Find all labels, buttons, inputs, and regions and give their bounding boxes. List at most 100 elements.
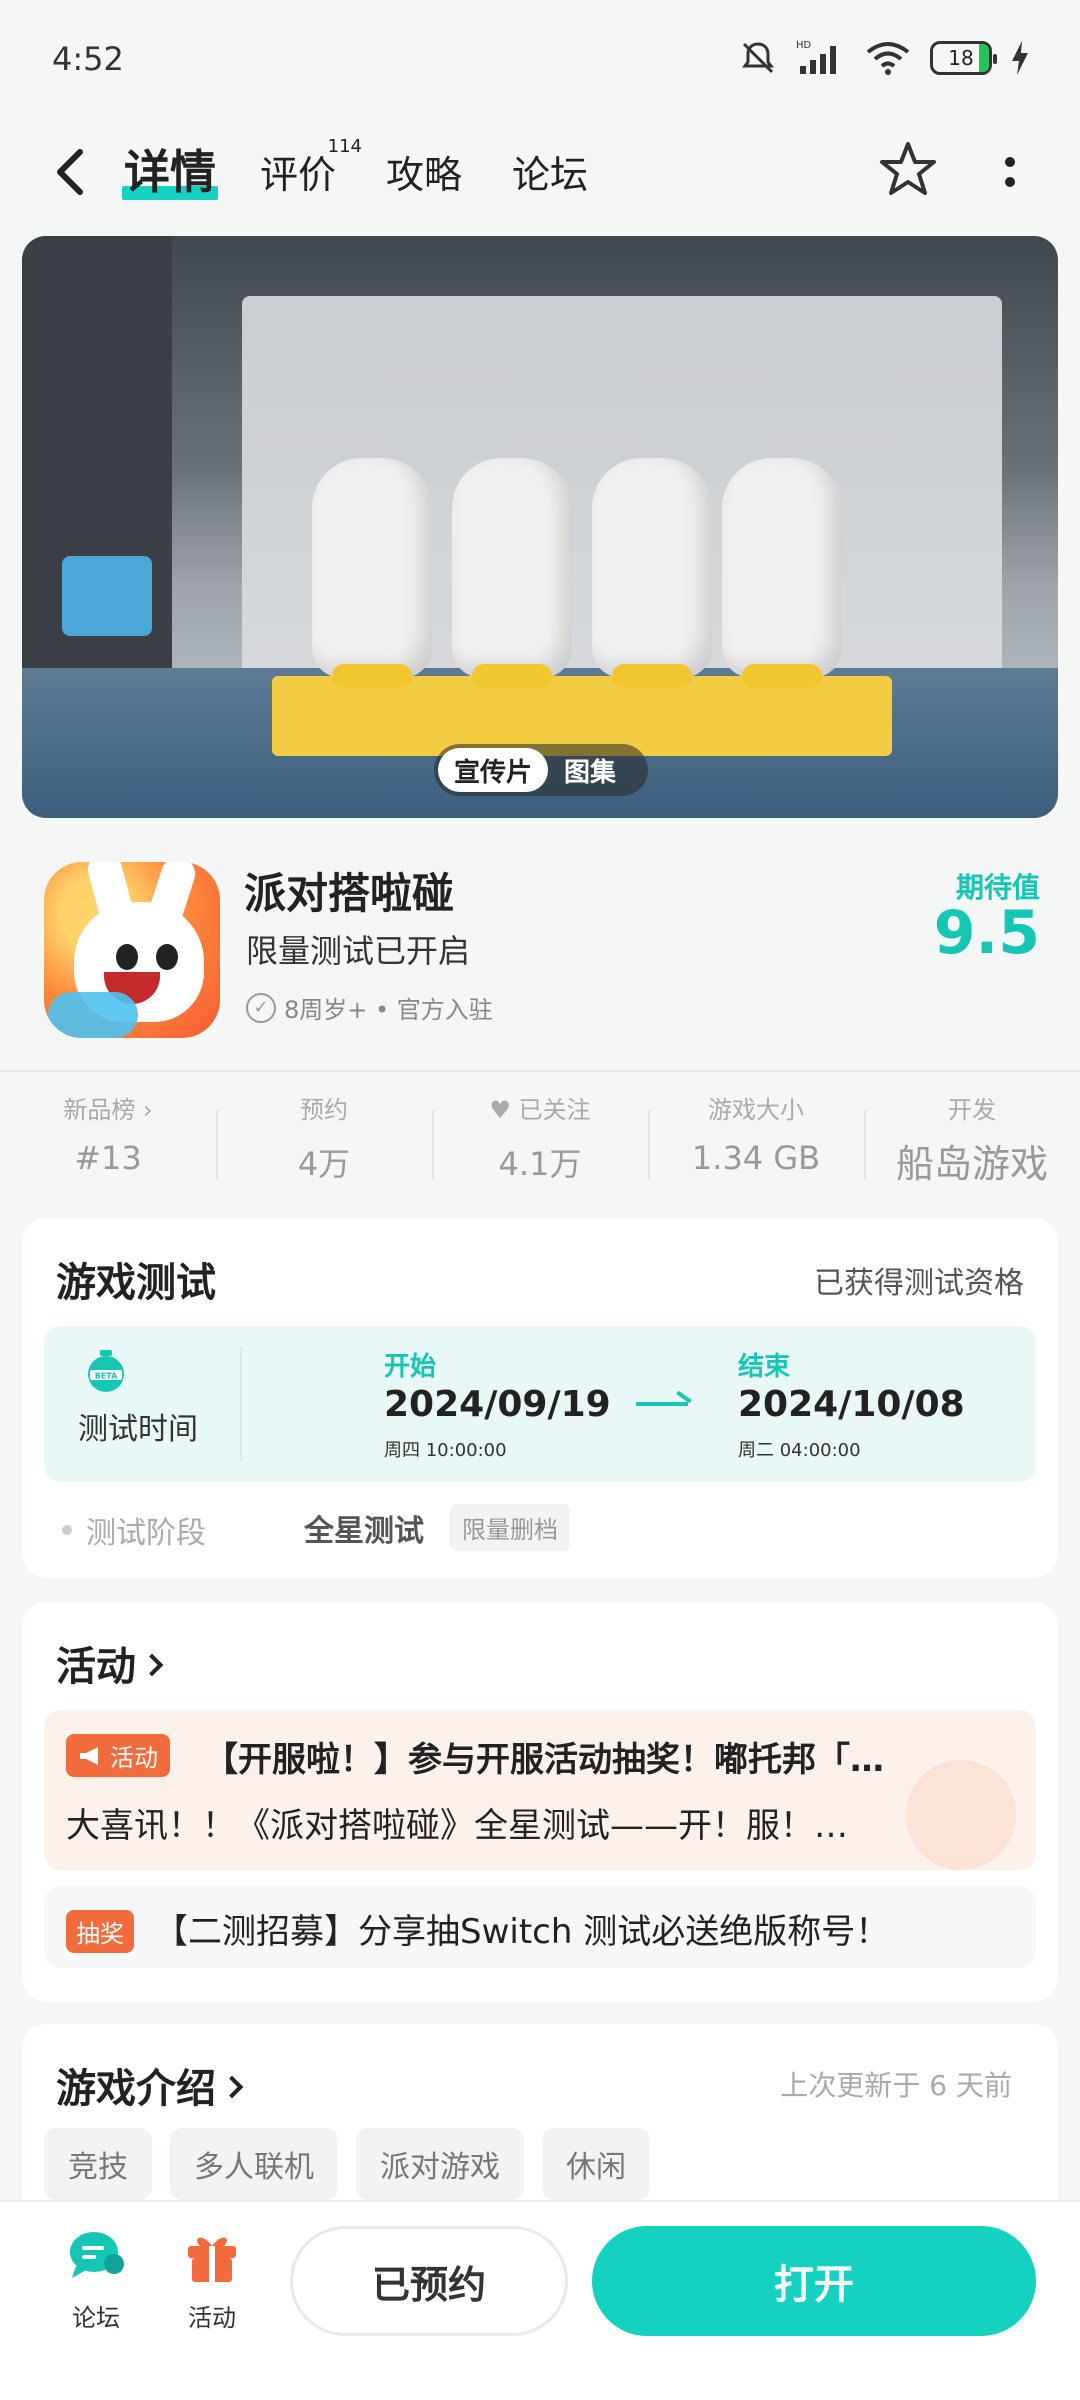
app-subtitle: 限量测试已开启 <box>246 932 471 970</box>
start-time: 周四 10:00:00 <box>384 1440 507 1461</box>
top-nav: 详情 评价 114 攻略 论坛 <box>0 120 1080 230</box>
activity-button[interactable]: 活动 <box>162 2228 262 2333</box>
tab-forum[interactable]: 论坛 <box>512 144 588 199</box>
tab-reviews-label: 评价 <box>260 153 337 197</box>
signal-icon: HD <box>796 40 836 74</box>
figure-image <box>452 458 572 688</box>
start-label: 开始 <box>384 1352 437 1382</box>
activity-header[interactable]: 活动 <box>56 1634 164 1692</box>
tag-list: 竞技 多人联机 派对游戏 休闲 <box>44 2128 650 2200</box>
status-bar: 4:52 HD 18 <box>0 0 1080 120</box>
verified-icon: ✓ <box>246 992 276 1023</box>
lottery-tag: 抽奖 <box>66 1910 134 1953</box>
test-time-label: 测试时间 <box>78 1412 198 1447</box>
svg-text:HD: HD <box>796 40 812 51</box>
battery-level: 18 <box>948 46 974 70</box>
gift-icon <box>188 2237 236 2282</box>
bottom-action-bar: 论坛 活动 已预约 打开 <box>0 2200 1080 2400</box>
open-button[interactable]: 打开 <box>592 2226 1036 2336</box>
app-info: 派对搭啦碰 限量测试已开启 ✓ 8周岁+ • 官方入驻 期待值 9.5 <box>0 860 1080 1040</box>
activity-tag: 活动 <box>66 1734 170 1777</box>
intro-header[interactable]: 游戏介绍 <box>56 2056 244 2114</box>
end-label: 结束 <box>738 1352 791 1382</box>
media-toggle: 宣传片 图集 <box>434 744 648 796</box>
reviews-count: 114 <box>327 136 363 157</box>
forum-label: 论坛 <box>72 2304 120 2332</box>
section-title: 游戏测试 <box>56 1260 216 1306</box>
chevron-right-icon <box>220 2075 244 2099</box>
stats-row: 新品榜 › #13 预约 4万 ♥ 已关注 4.1万 游戏大小 1.34 GB … <box>0 1090 1080 1200</box>
stat-label: 新品榜 › <box>63 1096 153 1124</box>
start-date: 2024/09/19 <box>384 1384 611 1425</box>
status-time: 4:52 <box>52 40 124 78</box>
stat-reservations: 预约 4万 <box>216 1090 432 1200</box>
gallery-tab[interactable]: 图集 <box>548 748 632 792</box>
video-tab[interactable]: 宣传片 <box>438 748 549 792</box>
tab-details[interactable]: 详情 <box>122 136 218 202</box>
beta-badge: BETA <box>95 1372 118 1381</box>
tag-chip[interactable]: 休闲 <box>542 2128 650 2200</box>
activity-item[interactable]: 活动 【开服啦！】参与开服活动抽奖！嘟托邦「… 大喜讯！！《派对搭啦碰》全星测试… <box>44 1710 1036 1870</box>
stat-label: 预约 <box>300 1096 348 1124</box>
stat-value: 4万 <box>297 1145 351 1183</box>
app-meta-text: 8周岁+ • 官方入驻 <box>284 996 493 1024</box>
tab-guides[interactable]: 攻略 <box>386 144 462 199</box>
app-meta: ✓ 8周岁+ • 官方入驻 <box>246 990 493 1025</box>
end-date: 2024/10/08 <box>738 1384 965 1425</box>
stat-value: #13 <box>74 1139 142 1177</box>
stat-label: 游戏大小 <box>708 1096 804 1124</box>
reserved-button[interactable]: 已预约 <box>290 2226 568 2336</box>
updated-time: 上次更新于 6 天前 <box>780 2069 1012 2102</box>
test-phase: 测试阶段 <box>62 1508 206 1552</box>
figure-image <box>312 458 432 688</box>
favorite-star-icon[interactable] <box>876 138 940 202</box>
activity-desc: 大喜讯！！《派对搭啦碰》全星测试——开！服！… <box>66 1806 848 1846</box>
section-title: 游戏介绍 <box>56 2066 216 2112</box>
stat-size: 游戏大小 1.34 GB <box>648 1090 864 1200</box>
back-icon[interactable] <box>50 142 90 202</box>
figure-image <box>592 458 712 688</box>
stat-followers[interactable]: ♥ 已关注 4.1万 <box>432 1090 648 1200</box>
megaphone-icon <box>80 1746 98 1765</box>
divider <box>0 1070 1080 1072</box>
section-title: 活动 <box>56 1644 136 1690</box>
activity-title: 【二测招募】分享抽Switch 测试必送绝版称号！ <box>154 1912 890 1952</box>
charging-icon <box>1012 41 1028 75</box>
phase-value: 全星测试 <box>304 1514 424 1549</box>
end-time: 周二 04:00:00 <box>738 1440 861 1461</box>
stat-label: 开发 <box>948 1096 996 1124</box>
forum-button[interactable]: 论坛 <box>46 2228 146 2333</box>
stat-value: 1.34 GB <box>691 1139 821 1177</box>
test-qualification: 已获得测试资格 <box>814 1266 1024 1301</box>
more-options-icon[interactable] <box>1000 144 1020 200</box>
tab-reviews[interactable]: 评价 114 <box>260 136 362 199</box>
chevron-right-icon <box>140 1653 164 1677</box>
activity-tag-label: 活动 <box>110 1744 158 1772</box>
activity-title: 【开服啦！】参与开服活动抽奖！嘟托邦「… <box>204 1740 884 1780</box>
stat-ranking[interactable]: 新品榜 › #13 <box>0 1090 216 1200</box>
test-time-box: BETA 测试时间 开始 2024/09/19 周四 10:00:00 结束 2… <box>44 1326 1036 1482</box>
expectation-score: 9.5 <box>933 898 1040 968</box>
phase-label: 测试阶段 <box>86 1516 206 1551</box>
activity-label: 活动 <box>188 2304 236 2332</box>
stat-value: 船岛游戏 <box>895 1142 1048 1186</box>
tag-chip[interactable]: 竞技 <box>44 2128 152 2200</box>
tag-chip[interactable]: 多人联机 <box>170 2128 338 2200</box>
stat-developer[interactable]: 开发 船岛游戏 <box>864 1090 1080 1200</box>
app-icon <box>44 862 220 1038</box>
phase-tag: 限量删档 <box>450 1504 570 1551</box>
mute-icon <box>742 42 774 74</box>
app-name: 派对搭啦碰 <box>244 869 455 918</box>
wifi-icon <box>866 42 910 75</box>
beta-timer-icon: BETA <box>88 1350 124 1392</box>
hero-media[interactable]: 宣传片 图集 <box>22 236 1058 818</box>
figure-image <box>722 458 842 688</box>
game-test-card: 游戏测试 已获得测试资格 BETA 测试时间 开始 2024/09/19 周四 … <box>22 1218 1058 1578</box>
stat-value: 4.1万 <box>498 1145 582 1183</box>
activity-card: 活动 活动 【开服啦！】参与开服活动抽奖！嘟托邦「… 大喜讯！！《派对搭啦碰》全… <box>22 1602 1058 2002</box>
activity-item[interactable]: 抽奖 【二测招募】分享抽Switch 测试必送绝版称号！ <box>44 1886 1036 1968</box>
stat-label: ♥ 已关注 <box>489 1096 591 1124</box>
tag-chip[interactable]: 派对游戏 <box>356 2128 524 2200</box>
status-icons: HD 18 <box>738 38 1030 78</box>
arrow-icon <box>636 1402 688 1406</box>
